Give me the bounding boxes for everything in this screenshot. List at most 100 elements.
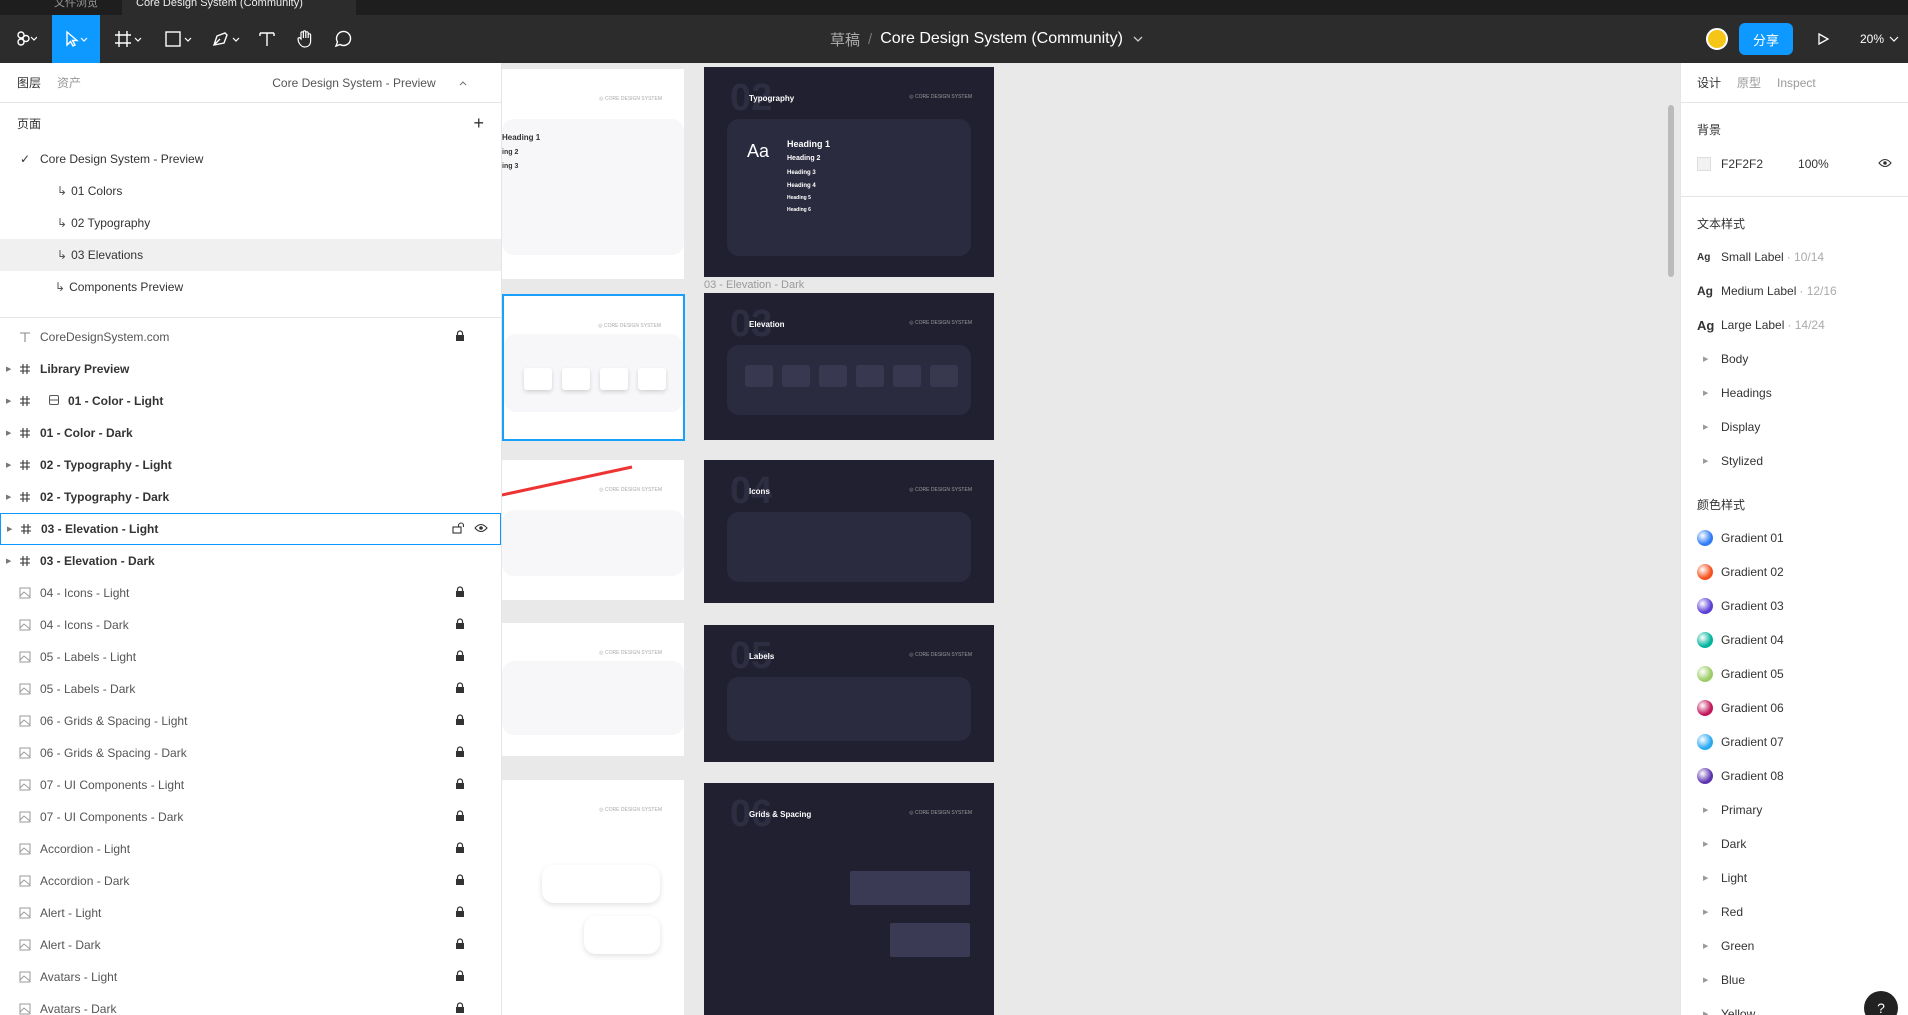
layer-row[interactable]: ▶ Library Preview (0, 353, 501, 385)
canvas-frame-labels-dark[interactable]: 05 Labels ◎ CORE DESIGN SYSTEM (704, 625, 994, 762)
main-menu-button[interactable] (8, 15, 44, 63)
page-item-preview[interactable]: ✓ Core Design System - Preview (0, 143, 501, 175)
page-item-elevations[interactable]: ↳ 03 Elevations (0, 239, 501, 271)
hand-tool-button[interactable] (290, 15, 320, 63)
move-tool-button[interactable] (52, 15, 100, 63)
canvas-frame-labels-light[interactable]: ◎ CORE DESIGN SYSTEM (502, 623, 684, 756)
layer-row[interactable]: Avatars - Light (0, 961, 501, 993)
color-style-gradient[interactable]: Gradient 02 (1681, 555, 1908, 589)
color-style-group[interactable]: ▶ Green (1681, 929, 1908, 963)
layer-row-highlighted[interactable]: ▶ 03 - Elevation - Light (0, 513, 501, 545)
layer-row[interactable]: Alert - Light (0, 897, 501, 929)
layer-row[interactable]: 05 - Labels - Dark (0, 673, 501, 705)
lock-icon[interactable] (455, 905, 465, 921)
layer-row[interactable]: 06 - Grids & Spacing - Dark (0, 737, 501, 769)
layer-row[interactable]: 04 - Icons - Dark (0, 609, 501, 641)
layer-row[interactable]: Accordion - Dark (0, 865, 501, 897)
add-page-button[interactable]: + (473, 113, 484, 134)
tab-prototype[interactable]: 原型 (1737, 74, 1761, 91)
text-style-group[interactable]: ▶ Display (1681, 410, 1908, 444)
text-style-small-label[interactable]: Ag Small Label · 10/14 (1681, 240, 1908, 274)
lock-icon[interactable] (455, 777, 465, 793)
comment-tool-button[interactable] (328, 15, 358, 63)
file-name[interactable]: Core Design System (Community) (880, 30, 1123, 48)
layer-row[interactable]: ▶ 01 - Color - Light (0, 385, 501, 417)
user-avatar[interactable] (1706, 28, 1728, 50)
frame-name-label[interactable]: 03 - Elevation - Dark (704, 279, 804, 291)
expand-caret-icon[interactable]: ▶ (6, 429, 11, 437)
shape-tool-button[interactable] (158, 15, 198, 63)
tab-layers[interactable]: 图层 (17, 74, 41, 91)
canvas-frame-elevation-light-selected[interactable]: ◎ CORE DESIGN SYSTEM (502, 294, 685, 441)
expand-caret-icon[interactable]: ▶ (6, 493, 11, 501)
canvas-frame-typography-light[interactable]: ◎ CORE DESIGN SYSTEM Heading 1 ing 2 ing… (502, 69, 684, 279)
layer-row[interactable]: ▶ 03 - Elevation - Dark (0, 545, 501, 577)
lock-icon[interactable] (455, 585, 465, 601)
lock-icon[interactable] (455, 841, 465, 857)
breadcrumb-drafts[interactable]: 草稿 (830, 29, 860, 50)
color-style-gradient[interactable]: Gradient 01 (1681, 521, 1908, 555)
color-style-gradient[interactable]: Gradient 08 (1681, 759, 1908, 793)
background-fill-row[interactable]: F2F2F2 100% (1681, 146, 1908, 182)
color-style-gradient[interactable]: Gradient 03 (1681, 589, 1908, 623)
unlock-icon[interactable] (452, 521, 465, 537)
text-style-medium-label[interactable]: Ag Medium Label · 12/16 (1681, 274, 1908, 308)
layer-row[interactable]: Avatars - Dark (0, 993, 501, 1015)
lock-icon[interactable] (455, 873, 465, 889)
color-style-group[interactable]: ▶ Primary (1681, 793, 1908, 827)
canvas-frame-elevation-dark[interactable]: 03 Elevation ◎ CORE DESIGN SYSTEM (704, 293, 994, 440)
page-item-typography[interactable]: ↳ 02 Typography (0, 207, 501, 239)
layer-row[interactable]: 04 - Icons - Light (0, 577, 501, 609)
layer-row[interactable]: 07 - UI Components - Dark (0, 801, 501, 833)
tab-design[interactable]: 设计 (1697, 74, 1721, 91)
background-hex[interactable]: F2F2F2 (1721, 157, 1763, 171)
frame-tool-button[interactable] (108, 15, 148, 63)
text-tool-button[interactable] (252, 15, 282, 63)
eye-icon[interactable] (1878, 157, 1892, 171)
tab-current-file[interactable]: Core Design System (Community) (122, 0, 356, 15)
tab-file-browser[interactable]: 文件浏览 (40, 0, 112, 15)
expand-caret-icon[interactable]: ▶ (6, 557, 11, 565)
eye-icon[interactable] (474, 522, 488, 536)
text-style-group[interactable]: ▶ Stylized (1681, 444, 1908, 478)
lock-icon[interactable] (455, 617, 465, 633)
lock-icon[interactable] (455, 1001, 465, 1015)
background-opacity[interactable]: 100% (1798, 157, 1829, 171)
lock-icon[interactable] (455, 809, 465, 825)
tab-assets[interactable]: 资产 (57, 74, 81, 91)
lock-icon[interactable] (455, 681, 465, 697)
expand-caret-icon[interactable]: ▶ (6, 461, 11, 469)
color-style-gradient[interactable]: Gradient 04 (1681, 623, 1908, 657)
layer-row[interactable]: Alert - Dark (0, 929, 501, 961)
layer-row[interactable]: ▶ 02 - Typography - Dark (0, 481, 501, 513)
text-style-group[interactable]: ▶ Headings (1681, 376, 1908, 410)
color-style-gradient[interactable]: Gradient 07 (1681, 725, 1908, 759)
color-style-group[interactable]: ▶ Light (1681, 861, 1908, 895)
layer-row[interactable]: ▶ 02 - Typography - Light (0, 449, 501, 481)
expand-caret-icon[interactable]: ▶ (6, 397, 11, 405)
color-style-gradient[interactable]: Gradient 06 (1681, 691, 1908, 725)
expand-caret-icon[interactable]: ▶ (7, 525, 12, 533)
chevron-down-icon[interactable] (1131, 34, 1145, 44)
pen-tool-button[interactable] (206, 15, 246, 63)
tab-inspect[interactable]: Inspect (1777, 76, 1816, 90)
layer-row[interactable]: 06 - Grids & Spacing - Light (0, 705, 501, 737)
page-item-colors[interactable]: ↳ 01 Colors (0, 175, 501, 207)
layer-row[interactable]: ▶ 01 - Color - Dark (0, 417, 501, 449)
page-selector[interactable]: Core Design System - Preview (272, 76, 468, 90)
canvas-frame-grids-dark[interactable]: 06 Grids & Spacing ◎ CORE DESIGN SYSTEM (704, 783, 994, 1015)
zoom-control[interactable]: 20% (1860, 15, 1900, 63)
design-canvas[interactable]: ◎ CORE DESIGN SYSTEM Heading 1 ing 2 ing… (502, 63, 1680, 1015)
lock-icon[interactable] (455, 745, 465, 761)
lock-icon[interactable] (455, 937, 465, 953)
present-button[interactable] (1808, 15, 1838, 63)
text-style-large-label[interactable]: Ag Large Label · 14/24 (1681, 308, 1908, 342)
layer-row[interactable]: 05 - Labels - Light (0, 641, 501, 673)
canvas-frame-grids-light[interactable]: ◎ CORE DESIGN SYSTEM (502, 780, 684, 1015)
canvas-frame-typography-dark[interactable]: 02 Typography ◎ CORE DESIGN SYSTEM Aa He… (704, 67, 994, 277)
lock-icon[interactable] (455, 713, 465, 729)
lock-icon[interactable] (455, 969, 465, 985)
share-button[interactable]: 分享 (1739, 23, 1793, 55)
color-style-group[interactable]: ▶ Dark (1681, 827, 1908, 861)
text-style-group[interactable]: ▶ Body (1681, 342, 1908, 376)
